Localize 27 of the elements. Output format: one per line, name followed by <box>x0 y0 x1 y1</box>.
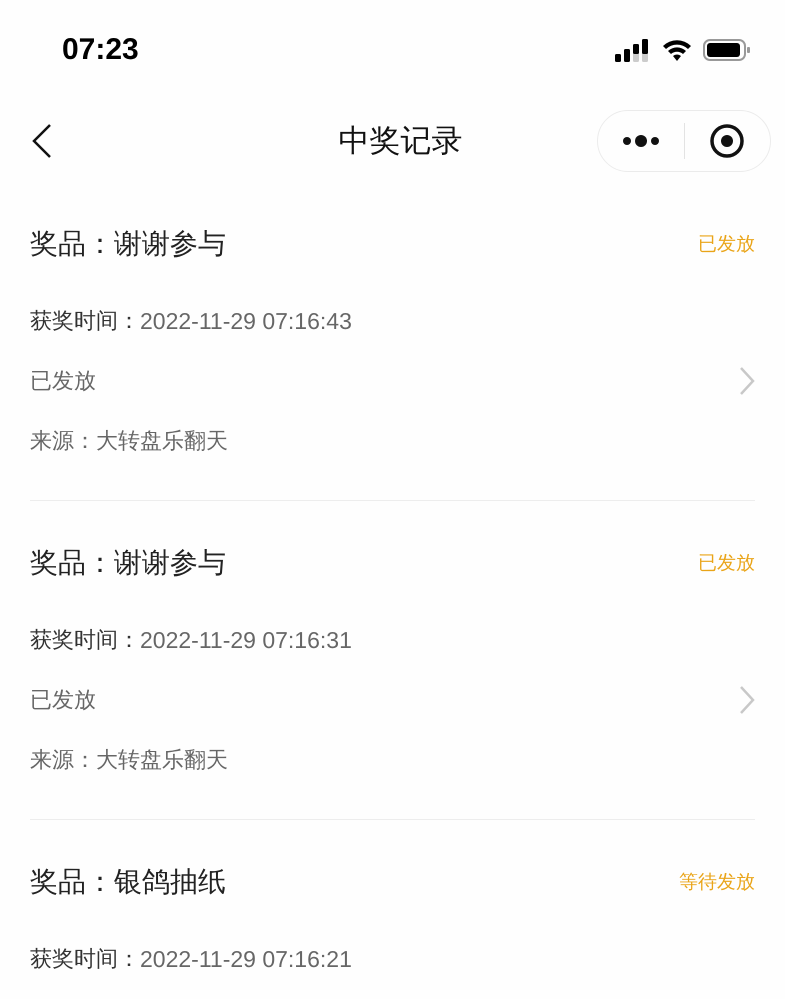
clock-time: 07:23 <box>62 33 139 67</box>
win-time: 2022-11-29 07:16:31 <box>140 626 352 654</box>
record-card[interactable]: 奖品：谢谢参与 已发放 获奖时间：2022-11-29 07:16:31 已发放 来源：大转盘乐翻天 <box>30 501 755 820</box>
prize-name: 奖品：银鸽抽纸 <box>30 864 226 900</box>
source-text: 来源：大转盘乐翻天 <box>30 747 228 775</box>
time-label: 获奖时间： <box>30 627 140 655</box>
page-title: 中奖记录 <box>338 122 462 161</box>
status-text: 已发放 <box>30 687 96 715</box>
delivery-status: 等待发放 <box>679 870 755 895</box>
delivery-status: 已发放 <box>698 232 755 257</box>
prize-name: 奖品：谢谢参与 <box>30 226 226 262</box>
record-card[interactable]: 奖品：谢谢参与 已发放 获奖时间：2022-11-29 07:16:43 已发放 来源：大转盘乐翻天 <box>30 182 755 501</box>
time-label: 获奖时间： <box>30 946 140 974</box>
battery-icon <box>703 38 751 62</box>
time-label: 获奖时间： <box>30 308 140 336</box>
signal-icon <box>615 38 651 62</box>
prize-name: 奖品：谢谢参与 <box>30 545 226 581</box>
back-icon[interactable] <box>30 123 52 159</box>
win-time: 2022-11-29 07:16:21 <box>140 946 352 972</box>
delivery-status: 已发放 <box>698 551 755 576</box>
status-text: 已发放 <box>30 368 96 396</box>
chevron-right-icon <box>739 366 755 396</box>
record-card[interactable]: 奖品：银鸽抽纸 等待发放 获奖时间：2022-11-29 07:16:21 <box>30 820 755 999</box>
chevron-right-icon <box>739 685 755 715</box>
wifi-icon <box>661 38 693 62</box>
source-text: 来源：大转盘乐翻天 <box>30 428 228 456</box>
win-time: 2022-11-29 07:16:43 <box>140 308 352 334</box>
